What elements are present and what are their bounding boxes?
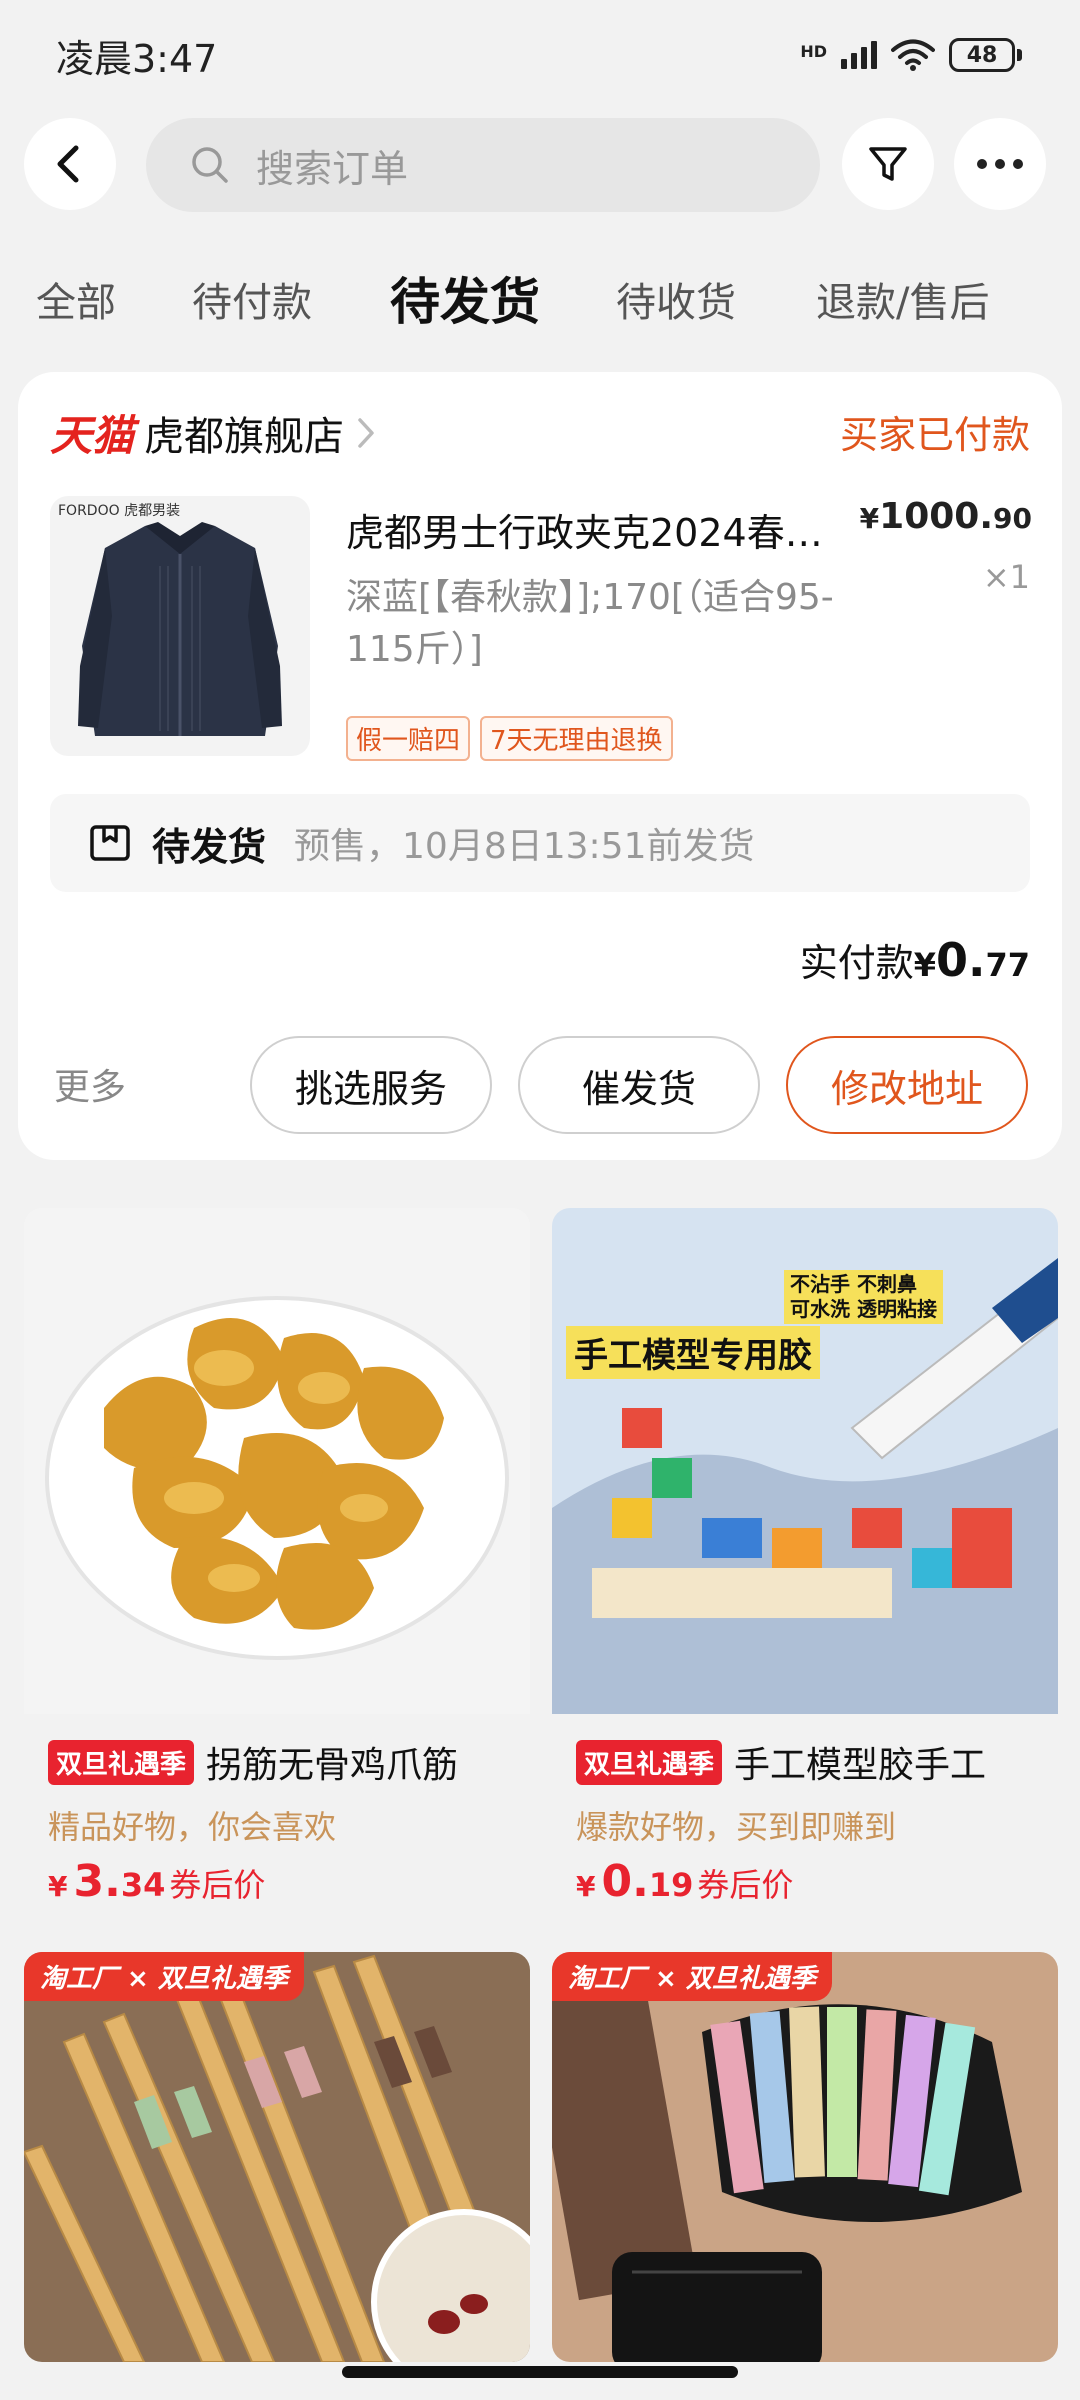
status-time: 凌晨3:47 (56, 36, 218, 81)
order-status: 买家已付款 (839, 413, 1030, 457)
paid-integer: 0. (935, 933, 986, 987)
paid-currency: ¥ (913, 946, 936, 984)
product-image[interactable]: FORDOO 虎都男装 (50, 496, 310, 756)
rec-price: ¥ 0. 19 券后价 (576, 1856, 793, 1907)
factory-promo-banner: 淘工厂 × 双旦礼遇季 (552, 1952, 832, 2001)
paid-label: 实付款 (799, 941, 914, 985)
package-icon (90, 825, 130, 861)
product-image (24, 1208, 530, 1714)
back-button[interactable] (24, 118, 116, 210)
product-price: ¥1000.90 (860, 496, 1032, 537)
product-brand-tag: FORDOO 虎都男装 (58, 503, 181, 519)
glue-feature-line: 可水洗 透明粘接 (790, 1297, 937, 1321)
rec-price-decimal: 34 (120, 1866, 166, 1904)
glue-image-features: 不沾手 不刺鼻 可水洗 透明粘接 (784, 1270, 943, 1324)
card-holder-illustration (552, 1983, 1022, 2362)
rec-price-suffix: 券后价 (169, 1866, 266, 1904)
status-icons: HD 48 (800, 38, 1022, 72)
filter-icon (869, 147, 907, 181)
factory-promo-banner: 淘工厂 × 双旦礼遇季 (24, 1952, 304, 2001)
shipping-status: 待发货 (152, 824, 267, 869)
top-bar: 搜索订单 (0, 118, 1080, 212)
service-tag: 7天无理由退换 (480, 716, 673, 761)
recommendation-card[interactable]: 手工模型专用胶 不沾手 不刺鼻 可水洗 透明粘接 双旦礼遇季 手工模型胶手工 爆… (552, 1208, 1058, 1928)
paid-decimal: 77 (985, 946, 1030, 984)
tab-pending-shipment[interactable]: 待发货 (390, 262, 540, 334)
product-image: 淘工厂 × 双旦礼遇季 (24, 1952, 530, 2362)
rec-price-suffix: 券后价 (697, 1866, 794, 1904)
rec-subtitle: 爆款好物，买到即赚到 (576, 1808, 897, 1846)
jacket-illustration (78, 522, 282, 736)
product-title[interactable]: 虎都男士行政夹克2024春… (346, 502, 866, 557)
promo-badge: 双旦礼遇季 (576, 1739, 723, 1785)
chevron-left-icon (57, 145, 79, 183)
paid-amount: 实付款 ¥ 0. 77 (800, 932, 1030, 987)
chopsticks-illustration (24, 1954, 530, 2362)
more-dots-icon (977, 159, 1023, 169)
glue-feature-line: 不沾手 不刺鼻 (790, 1272, 917, 1296)
status-bar: 凌晨3:47 HD 48 (0, 0, 1080, 110)
shipping-note: 预售，10月8日13:51前发货 (294, 826, 755, 867)
product-image: 淘工厂 × 双旦礼遇季 (552, 1952, 1058, 2362)
rec-title-row: 双旦礼遇季 手工模型胶手工 (576, 1736, 986, 1788)
rec-price-integer: 3. (73, 1856, 121, 1907)
glue-image-headline: 手工模型专用胶 (566, 1326, 820, 1379)
battery-icon: 48 (949, 38, 1022, 72)
order-tabs: 全部 待付款 待发货 待收货 退款/售后 (0, 262, 1080, 342)
rec-price-decimal: 19 (648, 1866, 694, 1904)
tab-all[interactable]: 全部 (36, 270, 116, 328)
search-placeholder: 搜索订单 (256, 146, 409, 191)
tab-pending-receipt[interactable]: 待收货 (616, 270, 736, 328)
rec-title: 拐筋无骨鸡爪筋 (206, 1745, 459, 1786)
search-input[interactable]: 搜索订单 (146, 118, 820, 212)
rec-title-row: 双旦礼遇季 拐筋无骨鸡爪筋 (48, 1736, 458, 1788)
store-link[interactable]: 天猫 虎都旗舰店 (50, 402, 376, 463)
network-type-label: HD (800, 42, 827, 61)
rec-title: 手工模型胶手工 (734, 1745, 987, 1786)
more-options-button[interactable] (954, 118, 1046, 210)
shipping-info[interactable]: 待发货 预售，10月8日13:51前发货 (50, 794, 1030, 892)
select-service-button[interactable]: 挑选服务 (250, 1036, 492, 1134)
rec-price-currency: ¥ (48, 1870, 68, 1903)
promo-badge: 双旦礼遇季 (48, 1739, 195, 1785)
change-address-button[interactable]: 修改地址 (786, 1036, 1028, 1134)
rec-price: ¥ 3. 34 券后价 (48, 1856, 265, 1907)
price-integer: 1000. (879, 496, 994, 537)
more-link[interactable]: 更多 (54, 1058, 126, 1110)
recommendation-card[interactable]: 双旦礼遇季 拐筋无骨鸡爪筋 精品好物，你会喜欢 ¥ 3. 34 券后价 (24, 1208, 530, 1928)
price-currency: ¥ (859, 502, 880, 535)
rec-price-currency: ¥ (576, 1870, 596, 1903)
wifi-icon (891, 39, 935, 71)
product-quantity: ×1 (982, 558, 1030, 596)
rec-price-integer: 0. (601, 1856, 649, 1907)
product-sku: 深蓝[【春秋款】];170[（适合95-115斤）] (346, 577, 834, 671)
store-name: 虎都旗舰店 (144, 413, 345, 460)
battery-level: 48 (949, 38, 1015, 72)
order-card: 天猫 虎都旗舰店 买家已付款 FORDOO 虎都男装 虎都男士行政夹克2024春… (18, 372, 1062, 1160)
service-tags: 假一赔四 7天无理由退换 (346, 716, 673, 761)
recommendation-card[interactable]: 淘工厂 × 双旦礼遇季 (552, 1952, 1058, 2362)
filter-button[interactable] (842, 118, 934, 210)
chevron-right-icon (358, 417, 374, 448)
rec-subtitle: 精品好物，你会喜欢 (48, 1808, 337, 1846)
product-image: 手工模型专用胶 不沾手 不刺鼻 可水洗 透明粘接 (552, 1208, 1058, 1714)
service-tag: 假一赔四 (346, 716, 471, 761)
search-icon (192, 147, 228, 183)
price-decimal: 90 (993, 502, 1032, 535)
chicken-feet-illustration (45, 1296, 509, 1660)
signal-icon (841, 41, 877, 69)
tab-pending-payment[interactable]: 待付款 (192, 270, 312, 328)
tab-refund-aftersale[interactable]: 退款/售后 (816, 270, 989, 328)
tmall-logo: 天猫 (50, 411, 135, 460)
home-indicator[interactable] (342, 2366, 738, 2378)
urge-shipment-button[interactable]: 催发货 (518, 1036, 760, 1134)
recommendation-card[interactable]: 淘工厂 × 双旦礼遇季 (24, 1952, 530, 2362)
